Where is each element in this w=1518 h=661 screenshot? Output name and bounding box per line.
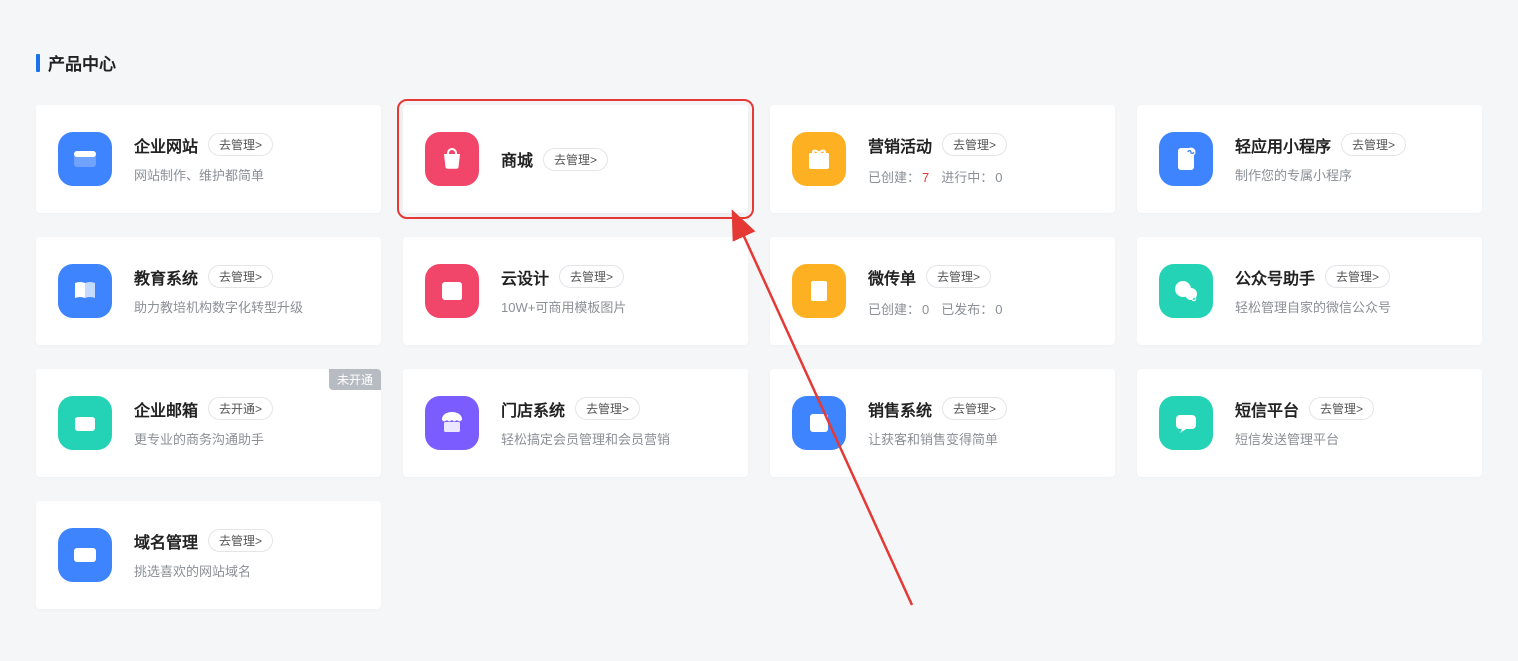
product-card-design[interactable]: 云设计去管理> 10W+可商用模板图片: [403, 237, 748, 345]
card-content: 短信平台去管理> 短信发送管理平台: [1235, 397, 1460, 449]
card-content: 微传单去管理> 已创建：0已发布：0: [868, 265, 1093, 318]
card-title: 门店系统: [501, 397, 565, 421]
manage-button[interactable]: 去管理>: [543, 148, 608, 171]
card-title-row: 销售系统去管理>: [868, 397, 1093, 421]
card-stats: 已创建：0已发布：0: [868, 299, 1093, 318]
card-title: 教育系统: [134, 265, 198, 289]
card-desc: 助力教培机构数字化转型升级: [134, 299, 359, 317]
card-desc: 轻松搞定会员管理和会员营销: [501, 431, 726, 449]
card-content: 云设计去管理> 10W+可商用模板图片: [501, 265, 726, 317]
card-title-row: 公众号助手去管理>: [1235, 265, 1460, 289]
manage-button[interactable]: 去管理>: [208, 265, 273, 288]
manage-button[interactable]: 去管理>: [926, 265, 991, 288]
manage-button[interactable]: 去管理>: [942, 133, 1007, 156]
product-center-page: 产品中心 企业网站去管理>网站制作、维护都简单商城去管理>营销活动去管理>已创建…: [0, 0, 1518, 609]
manage-button[interactable]: 去管理>: [1325, 265, 1390, 288]
message-icon: [1159, 396, 1213, 450]
card-title-row: 微传单去管理>: [868, 265, 1093, 289]
card-title-row: 轻应用小程序去管理>: [1235, 133, 1460, 157]
product-card-sales[interactable]: 销售系统去管理> 让获客和销售变得简单: [770, 369, 1115, 477]
product-card-store[interactable]: 门店系统去管理> 轻松搞定会员管理和会员营销: [403, 369, 748, 477]
card-title: 企业网站: [134, 133, 198, 157]
manage-button[interactable]: 去管理>: [1341, 133, 1406, 156]
card-title-row: 营销活动去管理>: [868, 133, 1093, 157]
manage-button[interactable]: 去开通>: [208, 397, 273, 420]
card-title: 销售系统: [868, 397, 932, 421]
section-title: 产品中心: [48, 50, 116, 75]
domain-icon: [58, 528, 112, 582]
card-title: 微传单: [868, 265, 916, 289]
product-card-flyer[interactable]: 微传单去管理> 已创建：0已发布：0: [770, 237, 1115, 345]
card-stats: 已创建：7进行中：0: [868, 167, 1093, 186]
product-card-miniapp[interactable]: 轻应用小程序去管理> 制作您的专属小程序: [1137, 105, 1482, 213]
card-content: 门店系统去管理> 轻松搞定会员管理和会员营销: [501, 397, 726, 449]
list-icon: [792, 396, 846, 450]
product-card-marketing[interactable]: 营销活动去管理> 已创建：7进行中：0: [770, 105, 1115, 213]
card-content: 商城去管理>: [501, 147, 726, 171]
product-card-edu[interactable]: 教育系统去管理> 助力教培机构数字化转型升级: [36, 237, 381, 345]
card-desc: 更专业的商务沟通助手: [134, 431, 359, 449]
card-title: 轻应用小程序: [1235, 133, 1331, 157]
mail-icon: [58, 396, 112, 450]
card-title-row: 企业网站去管理>: [134, 133, 359, 157]
manage-button[interactable]: 去管理>: [208, 529, 273, 552]
manage-button[interactable]: 去管理>: [1309, 397, 1374, 420]
card-content: 营销活动去管理> 已创建：7进行中：0: [868, 133, 1093, 186]
card-desc: 轻松管理自家的微信公众号: [1235, 299, 1460, 317]
card-title-row: 商城去管理>: [501, 147, 726, 171]
product-card-mail[interactable]: 未开通企业邮箱去开通> 更专业的商务沟通助手: [36, 369, 381, 477]
picture-icon: [425, 264, 479, 318]
card-desc: 让获客和销售变得简单: [868, 431, 1093, 449]
card-desc: 10W+可商用模板图片: [501, 299, 726, 317]
card-title: 云设计: [501, 265, 549, 289]
shopping-bag-icon: [425, 132, 479, 186]
book-icon: [58, 264, 112, 318]
card-title: 企业邮箱: [134, 397, 198, 421]
card-title: 短信平台: [1235, 397, 1299, 421]
card-content: 轻应用小程序去管理> 制作您的专属小程序: [1235, 133, 1460, 185]
card-title-row: 门店系统去管理>: [501, 397, 726, 421]
product-card-sms[interactable]: 短信平台去管理> 短信发送管理平台: [1137, 369, 1482, 477]
card-content: 销售系统去管理> 让获客和销售变得简单: [868, 397, 1093, 449]
card-title: 营销活动: [868, 133, 932, 157]
manage-button[interactable]: 去管理>: [559, 265, 624, 288]
manage-button[interactable]: 去管理>: [208, 133, 273, 156]
card-title-row: 云设计去管理>: [501, 265, 726, 289]
card-content: 企业邮箱去开通> 更专业的商务沟通助手: [134, 397, 359, 449]
card-title: 公众号助手: [1235, 265, 1315, 289]
product-grid: 企业网站去管理>网站制作、维护都简单商城去管理>营销活动去管理>已创建：7进行中…: [36, 105, 1482, 609]
product-card-website[interactable]: 企业网站去管理> 网站制作、维护都简单: [36, 105, 381, 213]
card-content: 企业网站去管理> 网站制作、维护都简单: [134, 133, 359, 185]
card-badge: 未开通: [329, 369, 381, 390]
product-card-shop[interactable]: 商城去管理>: [403, 105, 748, 213]
card-title-row: 短信平台去管理>: [1235, 397, 1460, 421]
card-content: 公众号助手去管理> 轻松管理自家的微信公众号: [1235, 265, 1460, 317]
card-title: 域名管理: [134, 529, 198, 553]
card-content: 域名管理去管理> 挑选喜欢的网站域名: [134, 529, 359, 581]
section-header: 产品中心: [36, 50, 1482, 75]
manage-button[interactable]: 去管理>: [942, 397, 1007, 420]
card-desc: 制作您的专属小程序: [1235, 167, 1460, 185]
card-title-row: 企业邮箱去开通>: [134, 397, 359, 421]
product-card-wechat[interactable]: 公众号助手去管理> 轻松管理自家的微信公众号: [1137, 237, 1482, 345]
manage-button[interactable]: 去管理>: [575, 397, 640, 420]
card-title-row: 教育系统去管理>: [134, 265, 359, 289]
wechat-icon: [1159, 264, 1213, 318]
card-title-row: 域名管理去管理>: [134, 529, 359, 553]
mini-program-icon: [1159, 132, 1213, 186]
card-title: 商城: [501, 147, 533, 171]
section-bar: [36, 54, 40, 72]
browser-window-icon: [58, 132, 112, 186]
card-desc: 网站制作、维护都简单: [134, 167, 359, 185]
flyer-icon: [792, 264, 846, 318]
card-desc: 短信发送管理平台: [1235, 431, 1460, 449]
card-content: 教育系统去管理> 助力教培机构数字化转型升级: [134, 265, 359, 317]
card-desc: 挑选喜欢的网站域名: [134, 563, 359, 581]
storefront-icon: [425, 396, 479, 450]
product-card-domain[interactable]: 域名管理去管理> 挑选喜欢的网站域名: [36, 501, 381, 609]
gift-icon: [792, 132, 846, 186]
